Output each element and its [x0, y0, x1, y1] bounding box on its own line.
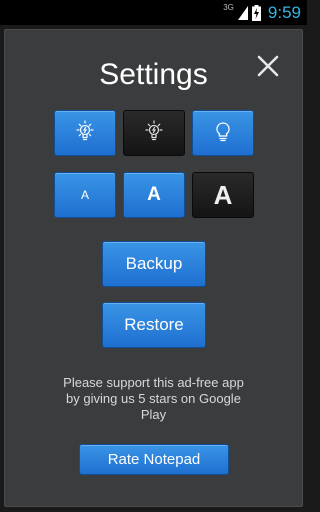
restore-button[interactable]: Restore [102, 302, 206, 348]
theme-light-button[interactable] [54, 110, 116, 156]
close-button[interactable] [254, 52, 282, 80]
close-icon [254, 52, 282, 80]
theme-dark-button[interactable] [123, 110, 185, 156]
status-icons: 3G 9:59 [223, 0, 301, 25]
rate-notepad-button[interactable]: Rate Notepad [79, 444, 229, 475]
bulb-icon [211, 119, 235, 148]
clock: 9:59 [267, 2, 301, 22]
support-message: Please support this ad-free app by givin… [63, 375, 244, 422]
network-type-label: 3G [223, 3, 234, 12]
font-size-large-button[interactable]: A [192, 172, 254, 218]
backup-button[interactable]: Backup [102, 241, 206, 287]
battery-charging-icon [251, 4, 261, 21]
status-bar: 3G 9:59 [0, 0, 307, 25]
bulb-bright-icon [73, 119, 97, 148]
theme-blue-button[interactable] [192, 110, 254, 156]
signal-icon [237, 5, 248, 20]
font-size-medium-button[interactable]: A [123, 172, 185, 218]
bulb-dark-icon [142, 119, 166, 148]
font-size-small-button[interactable]: A [54, 172, 116, 218]
